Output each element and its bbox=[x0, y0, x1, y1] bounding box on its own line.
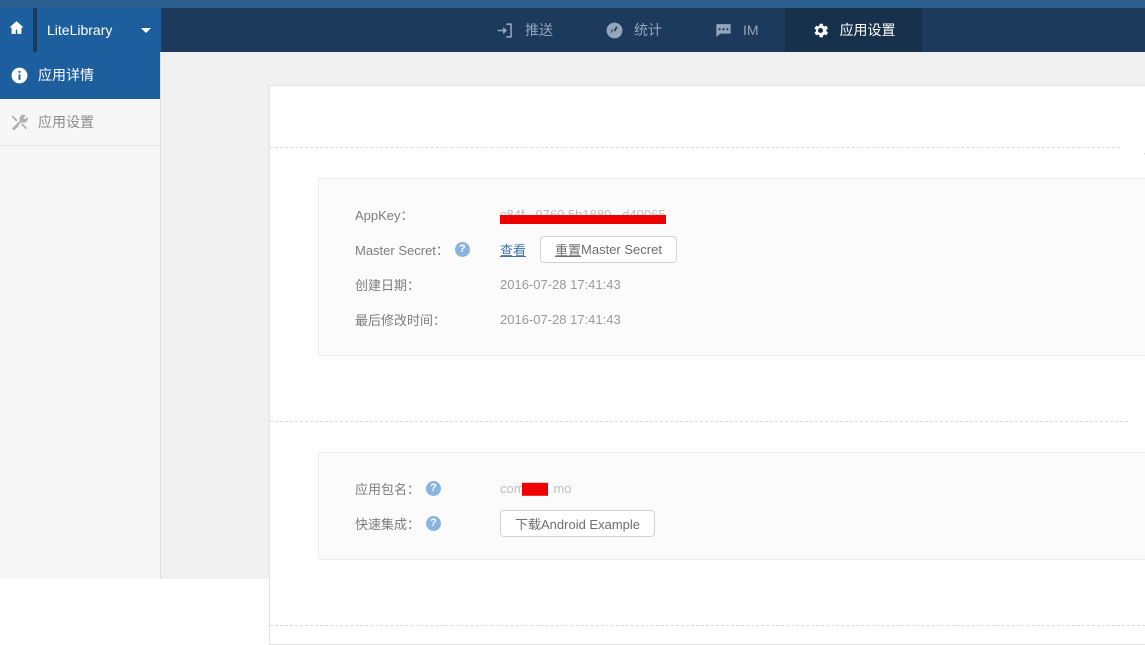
section-header-ios: iOS bbox=[270, 610, 1145, 640]
master-secret-label-wrap: Master Secret： ? bbox=[355, 240, 500, 259]
primary-nav: 推送 统计 IM 应用设置 bbox=[470, 8, 922, 52]
row-modified-time: 最后修改时间： 2016-07-28 17:41:43 bbox=[319, 302, 1145, 337]
push-phone-icon bbox=[496, 21, 515, 40]
package-name-redacted: com mo bbox=[500, 481, 572, 496]
app-header: LiteLibrary 推送 统计 IM 应用设置 bbox=[0, 8, 1145, 52]
package-name-label-wrap: 应用包名： ? bbox=[355, 479, 500, 498]
sidebar-label-app-settings: 应用设置 bbox=[38, 114, 94, 130]
top-accent-strip bbox=[0, 0, 1145, 8]
app-info-card: AppKey： c84f...9760.5b1880...d49065 Mast… bbox=[318, 178, 1145, 356]
help-icon-master-secret[interactable]: ? bbox=[454, 242, 470, 257]
row-package-name: 应用包名： ? com mo bbox=[319, 471, 1145, 506]
sidebar-item-app-details[interactable]: 应用详情 bbox=[0, 52, 160, 99]
master-secret-actions: 查看 重置 Master Secret bbox=[500, 236, 677, 263]
home-icon bbox=[8, 19, 25, 41]
modified-time-value: 2016-07-28 17:41:43 bbox=[500, 312, 621, 327]
android-card: 应用包名： ? com mo 快速集成： ? 下载Android Example bbox=[318, 452, 1145, 560]
package-name-value: com mo bbox=[500, 481, 572, 496]
row-appkey: AppKey： c84f...9760.5b1880...d49065 bbox=[319, 197, 1145, 232]
row-created-date: 创建日期： 2016-07-28 17:41:43 bbox=[319, 267, 1145, 302]
section-divider-left-android bbox=[270, 420, 1129, 422]
chevron-down-icon bbox=[141, 27, 151, 33]
help-icon-quick-integration[interactable]: ? bbox=[426, 516, 442, 531]
section-divider-left bbox=[270, 146, 1120, 148]
app-selector[interactable]: LiteLibrary bbox=[37, 8, 161, 52]
nav-label-statistics: 统计 bbox=[634, 22, 662, 38]
nav-label-push: 推送 bbox=[525, 22, 553, 38]
appkey-label: AppKey： bbox=[355, 208, 414, 223]
help-icon-package-name[interactable]: ? bbox=[426, 481, 442, 496]
info-icon bbox=[10, 66, 29, 85]
download-android-example-button[interactable]: 下载Android Example bbox=[500, 510, 655, 537]
section-header-android: Android bbox=[270, 406, 1145, 436]
reset-button-prefix: 重置 bbox=[555, 243, 582, 258]
view-master-secret-link[interactable]: 查看 bbox=[500, 240, 526, 259]
section-divider-left-ios bbox=[270, 624, 1145, 626]
sidebar-label-app-details: 应用详情 bbox=[38, 67, 94, 83]
nav-label-im: IM bbox=[743, 22, 759, 38]
main-content: 应用信息 AppKey： c84f...9760.5b1880...d49065… bbox=[161, 52, 1145, 645]
gear-icon bbox=[811, 21, 830, 40]
reset-button-suffix: Master Secret bbox=[581, 242, 662, 257]
modified-time-label: 最后修改时间： bbox=[355, 313, 447, 328]
appkey-value-wrap: c84f...9760.5b1880...d49065 bbox=[500, 207, 666, 224]
nav-item-push[interactable]: 推送 bbox=[470, 8, 579, 52]
section-header-app-info: 应用信息 bbox=[270, 132, 1145, 162]
row-quick-integration: 快速集成： ? 下载Android Example bbox=[319, 506, 1145, 541]
details-panel: 应用信息 AppKey： c84f...9760.5b1880...d49065… bbox=[269, 85, 1145, 645]
sidebar: 应用详情 应用设置 bbox=[0, 52, 161, 579]
nav-item-app-settings[interactable]: 应用设置 bbox=[784, 8, 922, 52]
quick-integration-label-wrap: 快速集成： ? bbox=[355, 514, 500, 533]
master-secret-label: Master Secret： bbox=[355, 243, 449, 258]
created-date-value: 2016-07-28 17:41:43 bbox=[500, 277, 621, 292]
section-title-app-info: 应用信息 bbox=[1120, 137, 1145, 158]
package-name-label: 应用包名： bbox=[355, 482, 421, 497]
package-suffix: mo bbox=[553, 481, 572, 496]
statistics-icon bbox=[605, 21, 624, 40]
quick-integration-action: 下载Android Example bbox=[500, 510, 655, 537]
quick-integration-label: 快速集成： bbox=[355, 517, 421, 532]
reset-master-secret-button[interactable]: 重置 Master Secret bbox=[540, 236, 677, 263]
appkey-value-redacted: c84f...9760.5b1880...d49065 bbox=[500, 207, 666, 224]
row-master-secret: Master Secret： ? 查看 重置 Master Secret bbox=[319, 232, 1145, 267]
home-button[interactable] bbox=[0, 8, 33, 52]
sidebar-item-app-settings[interactable]: 应用设置 bbox=[0, 99, 160, 146]
nav-label-app-settings: 应用设置 bbox=[839, 22, 896, 38]
tools-icon bbox=[10, 113, 29, 132]
created-date-label: 创建日期： bbox=[355, 278, 421, 293]
package-prefix: com bbox=[500, 481, 525, 496]
chat-bubble-icon bbox=[714, 21, 733, 40]
nav-item-im[interactable]: IM bbox=[688, 8, 785, 52]
nav-item-statistics[interactable]: 统计 bbox=[579, 8, 688, 52]
app-selector-label: LiteLibrary bbox=[47, 22, 113, 38]
section-title-android: Android bbox=[1128, 413, 1145, 430]
